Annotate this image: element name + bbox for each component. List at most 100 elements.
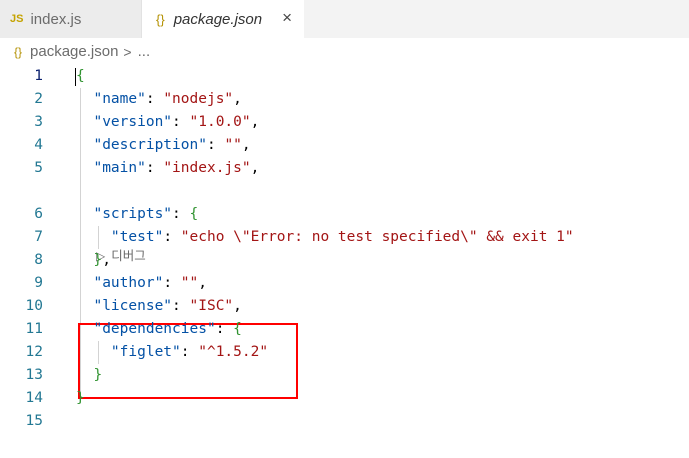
code-token: ,: [250, 114, 260, 130]
code-token: }: [93, 252, 103, 268]
close-icon[interactable]: ×: [282, 9, 292, 27]
line-number: 15: [25, 413, 43, 429]
line-number: 3: [34, 114, 43, 130]
line-number: 14: [25, 390, 43, 406]
code-text: {: [76, 65, 85, 88]
code-token: :: [145, 91, 164, 107]
code-line[interactable]: 12 "figlet": "^1.5.2": [0, 341, 689, 364]
code-token: "index.js": [163, 160, 251, 176]
line-number: 12: [25, 344, 43, 360]
code-token: "test": [110, 229, 164, 245]
json-file-icon: {}: [14, 44, 23, 59]
breadcrumb-item-symbols[interactable]: ...: [138, 43, 151, 60]
code-editor[interactable]: ▷ 디버그 1{2 "name": "nodejs", 3 "version": "…: [0, 65, 689, 458]
line-number: 6: [34, 206, 43, 222]
tab-label: package.json: [173, 10, 263, 28]
code-token: ,: [102, 252, 111, 268]
code-line[interactable]: 15: [0, 410, 689, 433]
code-line[interactable]: 5 "main": "index.js",: [0, 157, 689, 180]
code-text: "scripts": {: [76, 203, 198, 226]
code-token: ,: [250, 160, 260, 176]
line-number: 13: [25, 367, 43, 383]
code-token: "main": [93, 160, 146, 176]
line-number: 5: [34, 160, 43, 176]
code-line[interactable]: 1{: [0, 65, 689, 88]
code-token: {: [233, 321, 242, 337]
code-token: "echo \"Error: no test specified\" && ex…: [180, 229, 574, 245]
code-line[interactable]: 6 "scripts": {: [0, 203, 689, 226]
line-number: 4: [34, 137, 43, 153]
code-token: ,: [241, 137, 251, 153]
line-number: 9: [34, 275, 43, 291]
code-token: "license": [93, 298, 173, 314]
javascript-file-icon: JS: [10, 13, 24, 25]
code-token: ,: [198, 275, 207, 291]
code-text: "main": "index.js",: [76, 157, 259, 180]
code-text: "version": "1.0.0",: [76, 111, 259, 134]
code-token: "name": [93, 91, 146, 107]
code-line[interactable]: 7 "test": "echo \"Error: no test specifi…: [0, 226, 689, 249]
tab-label: index.js: [30, 10, 82, 28]
code-token: :: [206, 137, 225, 153]
tab-index-js[interactable]: JS index.js: [0, 0, 142, 38]
code-text: "name": "nodejs",: [76, 88, 242, 111]
code-token: "": [180, 275, 199, 291]
code-token: :: [172, 206, 190, 222]
line-number: 2: [34, 91, 43, 107]
breadcrumb: {} package.json > ...: [0, 38, 689, 65]
tab-package-json[interactable]: {} package.json ×: [142, 0, 304, 38]
code-token: ,: [233, 298, 242, 314]
code-text: "license": "ISC",: [76, 295, 242, 318]
code-token: "scripts": [93, 206, 173, 222]
code-token: :: [145, 160, 164, 176]
code-line[interactable]: 11 "dependencies": {: [0, 318, 689, 341]
code-token: :: [180, 344, 199, 360]
chevron-right-icon: >: [123, 43, 132, 60]
code-token: :: [163, 229, 181, 245]
line-number: 11: [25, 321, 43, 337]
code-token: "ISC": [189, 298, 234, 314]
code-token: "dependencies": [93, 321, 216, 337]
line-number: 8: [34, 252, 43, 268]
code-token: "figlet": [110, 344, 181, 360]
code-line[interactable]: 8 },: [0, 249, 689, 272]
code-token: "author": [93, 275, 164, 291]
code-token: "description": [93, 137, 207, 153]
code-token: }: [93, 367, 103, 383]
line-number: 1: [34, 68, 43, 84]
code-token: "version": [93, 114, 173, 130]
code-text: },: [76, 249, 111, 272]
code-token: :: [163, 275, 181, 291]
code-token: "": [224, 137, 242, 153]
code-text: }: [76, 387, 85, 410]
code-text: "description": "",: [76, 134, 251, 157]
json-file-icon: {}: [156, 11, 165, 27]
code-line[interactable]: 9 "author": "",: [0, 272, 689, 295]
code-line[interactable]: 10 "license": "ISC",: [0, 295, 689, 318]
code-text: "test": "echo \"Error: no test specified…: [76, 226, 574, 249]
code-token: "1.0.0": [189, 114, 251, 130]
breadcrumb-item-file[interactable]: package.json: [30, 43, 118, 60]
code-token: {: [76, 68, 85, 84]
code-line[interactable]: 3 "version": "1.0.0",: [0, 111, 689, 134]
code-line[interactable]: 14}: [0, 387, 689, 410]
code-text: }: [76, 364, 102, 387]
code-line[interactable]: 2 "name": "nodejs",: [0, 88, 689, 111]
code-token: ,: [233, 91, 242, 107]
code-token: :: [215, 321, 234, 337]
code-token: :: [172, 114, 190, 130]
code-token: "^1.5.2": [198, 344, 269, 360]
code-line[interactable]: 4 "description": "",: [0, 134, 689, 157]
code-line[interactable]: 13 }: [0, 364, 689, 387]
